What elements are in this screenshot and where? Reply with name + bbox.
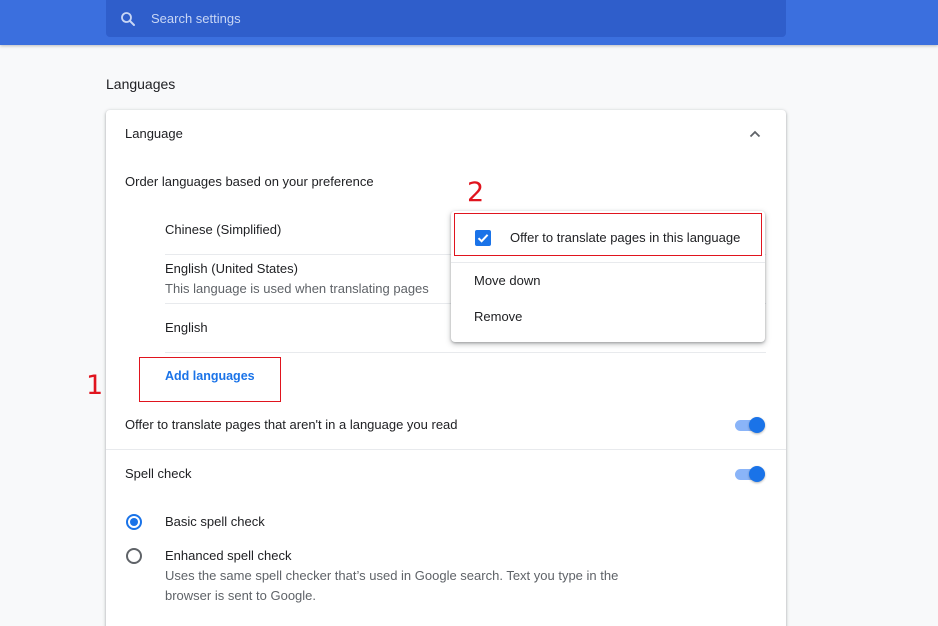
menu-item-remove[interactable]: Remove xyxy=(474,309,522,324)
enhanced-spell-check-description: Uses the same spell checker that’s used … xyxy=(165,568,619,583)
annotation-box-1 xyxy=(139,357,281,402)
offer-translate-label: Offer to translate pages that aren't in … xyxy=(125,417,458,432)
basic-spell-check-radio[interactable] xyxy=(126,514,142,530)
divider xyxy=(106,449,786,450)
annotation-marker-2: 2 xyxy=(467,177,485,208)
menu-item-move-down[interactable]: Move down xyxy=(474,273,540,288)
menu-divider xyxy=(451,262,765,263)
annotation-box-2 xyxy=(454,213,762,256)
order-languages-label: Order languages based on your preference xyxy=(125,174,374,189)
spell-check-label: Spell check xyxy=(125,466,192,481)
language-section-header: Language xyxy=(125,126,183,141)
page-title: Languages xyxy=(106,76,176,92)
language-item-name: English (United States) xyxy=(165,261,298,276)
language-item-note: This language is used when translating p… xyxy=(165,281,429,296)
enhanced-spell-check-label: Enhanced spell check xyxy=(165,548,292,563)
search-box[interactable]: Search settings xyxy=(106,0,786,37)
search-icon xyxy=(121,11,135,26)
divider xyxy=(165,352,766,353)
enhanced-spell-check-description: browser is sent to Google. xyxy=(165,588,317,603)
search-input[interactable]: Search settings xyxy=(151,11,241,26)
annotation-marker-1: 1 xyxy=(86,370,104,401)
offer-translate-toggle[interactable] xyxy=(733,417,767,433)
chevron-up-icon[interactable] xyxy=(748,127,762,141)
enhanced-spell-check-radio[interactable] xyxy=(126,548,142,564)
basic-spell-check-label: Basic spell check xyxy=(165,514,265,529)
language-item-name: Chinese (Simplified) xyxy=(165,222,282,237)
language-item-name: English xyxy=(165,320,208,335)
spell-check-toggle[interactable] xyxy=(733,466,767,482)
